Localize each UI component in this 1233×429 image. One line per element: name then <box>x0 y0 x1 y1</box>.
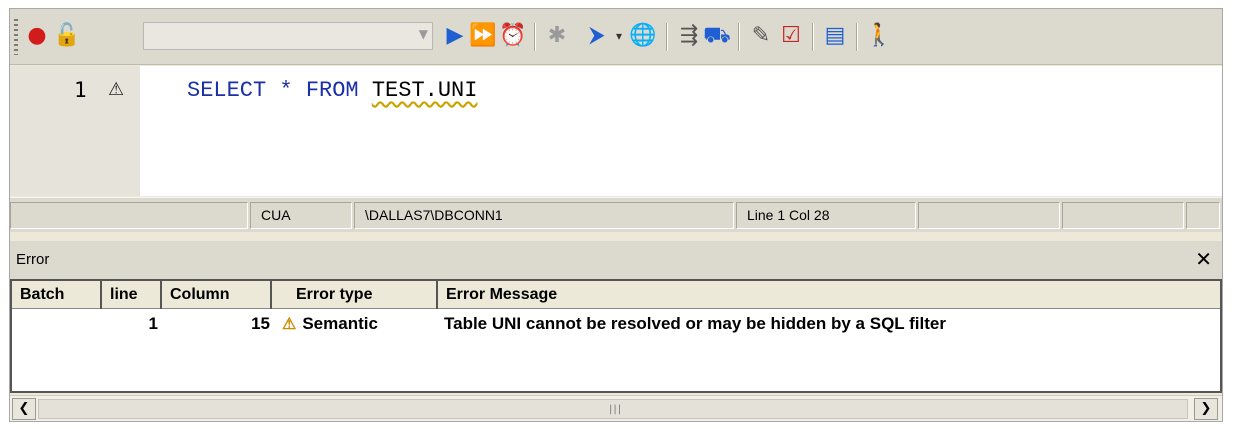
status-cell-empty <box>918 202 1060 229</box>
toolbar-separator <box>534 23 536 51</box>
cell-line: 1 <box>148 314 158 333</box>
error-table-header: Batch line Column Error type Error Messa… <box>12 281 1220 309</box>
status-position: Line 1 Col 28 <box>736 202 916 229</box>
sql-code-line[interactable]: SELECT * FROM TEST.UNI <box>187 78 477 103</box>
cell-error-type-text: Semantic <box>302 314 378 333</box>
cell-column: 15 <box>251 314 270 333</box>
error-panel-title: Error <box>16 251 50 268</box>
star-token: * <box>279 78 293 103</box>
keyword-from: FROM <box>305 78 359 103</box>
cell-batch <box>12 309 96 339</box>
exit-icon[interactable]: 🚶 <box>865 23 892 49</box>
line-gutter: 1 ⚠ <box>10 66 140 196</box>
connection-combo[interactable]: ▼ <box>143 22 433 50</box>
status-cell-empty <box>1062 202 1184 229</box>
cell-error-type: ⚠ Semantic <box>282 309 438 339</box>
schedule-icon[interactable]: ⏰ <box>499 23 526 49</box>
status-bar: CUA \DALLAS7\DBCONN1 Line 1 Col 28 <box>10 197 1222 232</box>
scroll-right-button[interactable]: ❯ <box>1194 398 1218 420</box>
status-cell-empty <box>1186 202 1220 229</box>
status-connection: \DALLAS7\DBCONN1 <box>354 202 734 229</box>
warning-icon: ⚠ <box>282 316 297 333</box>
step-dropdown-icon[interactable]: ▾ <box>606 23 632 49</box>
run-icon[interactable]: ▶ <box>442 23 468 49</box>
cell-error-message: Table UNI cannot be resolved or may be h… <box>444 314 946 333</box>
toolbar-separator <box>666 23 668 51</box>
column-header-batch[interactable]: Batch <box>12 281 102 309</box>
status-mode: CUA <box>250 202 352 229</box>
column-header-column[interactable]: Column <box>162 281 272 309</box>
error-table: Batch line Column Error type Error Messa… <box>10 279 1222 393</box>
close-icon[interactable]: ✕ <box>1195 247 1212 271</box>
window-icon[interactable]: ▤ <box>822 23 848 49</box>
lock-icon[interactable]: 🔓 <box>53 23 80 49</box>
edit-icon[interactable]: ✎ <box>748 23 774 49</box>
toolbar: ● 🔓 ▼ ▶ ⏩ ⏰ ✱ ⮞ ▾ 🌐 ⇶ ⛟ ✎ ☑ ▤ 🚶 <box>10 9 1222 65</box>
warning-icon: ⚠ <box>108 79 125 100</box>
deploy-icon[interactable]: ⛟ <box>703 23 731 49</box>
column-header-line[interactable]: line <box>102 281 162 309</box>
column-header-error-type[interactable]: Error type <box>272 281 438 309</box>
toolbar-grip[interactable] <box>14 19 18 55</box>
code-editor[interactable]: 1 ⚠ SELECT * FROM TEST.UNI <box>10 66 1222 196</box>
table-row[interactable]: 1 15 ⚠ Semantic Table UNI cannot be resol… <box>12 309 1220 339</box>
debug-icon[interactable]: ✱ <box>544 23 570 49</box>
globe-icon[interactable]: 🌐 <box>629 23 656 49</box>
validate-icon[interactable]: ☑ <box>778 23 804 49</box>
status-cell-empty <box>10 202 248 229</box>
explain-icon[interactable]: ⇶ <box>676 23 702 49</box>
scroll-thumb[interactable]: ||| <box>38 399 1188 419</box>
keyword-select: SELECT <box>187 78 267 103</box>
table-identifier: TEST.UNI <box>371 78 478 103</box>
scroll-left-button[interactable]: ❮ <box>12 398 36 420</box>
line-number: 1 <box>74 78 87 102</box>
chevron-down-icon[interactable]: ▼ <box>419 27 428 41</box>
toolbar-separator <box>812 23 814 51</box>
toolbar-separator <box>856 23 858 51</box>
database-icon[interactable]: ● <box>24 23 50 49</box>
horizontal-scrollbar[interactable]: ❮ ||| ❯ <box>10 395 1222 421</box>
scroll-grip-icon: ||| <box>609 404 623 415</box>
column-header-error-message[interactable]: Error Message <box>438 281 1220 309</box>
toolbar-separator <box>738 23 740 51</box>
run-all-icon[interactable]: ⏩ <box>469 23 496 49</box>
sql-editor-window: ● 🔓 ▼ ▶ ⏩ ⏰ ✱ ⮞ ▾ 🌐 ⇶ ⛟ ✎ ☑ ▤ 🚶 1 ⚠ SELE… <box>9 8 1223 422</box>
error-panel-header: Error ✕ <box>10 241 1222 279</box>
